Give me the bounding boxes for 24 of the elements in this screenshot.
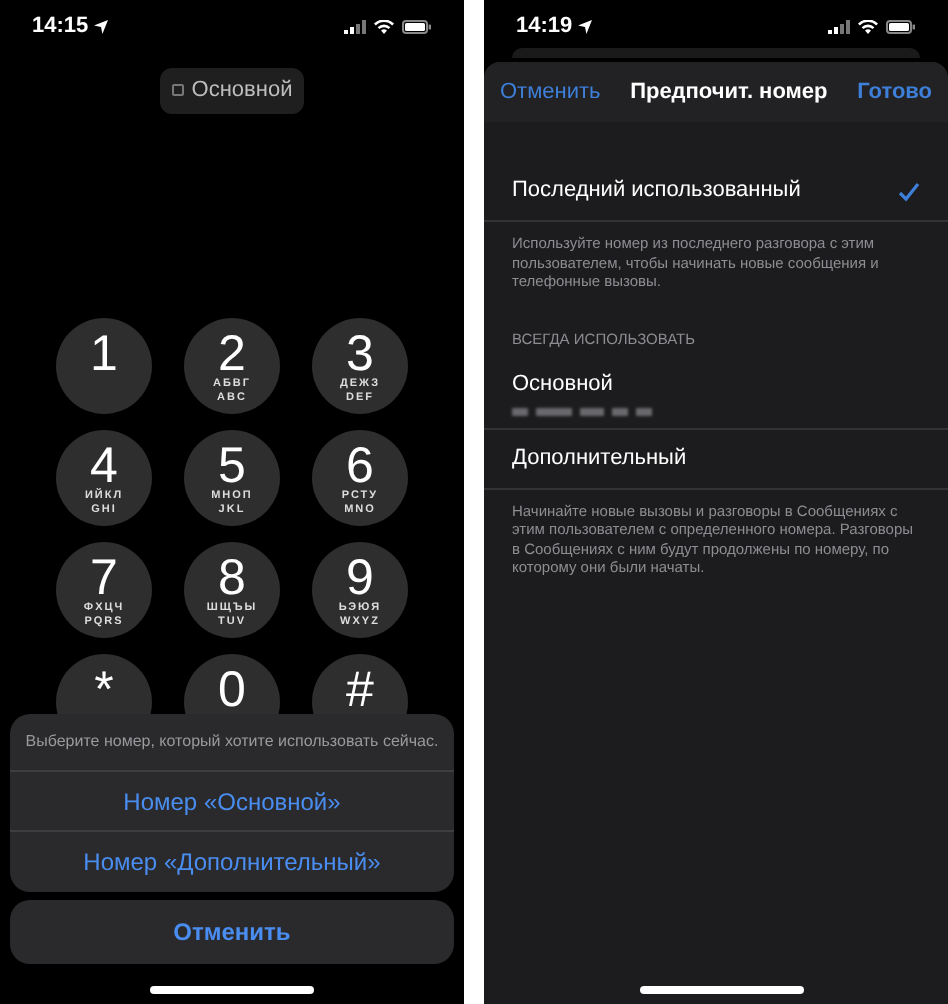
dial-key[interactable]: 1 — [56, 317, 152, 413]
location-icon — [94, 19, 109, 33]
cancel-button[interactable]: Отменить — [10, 900, 454, 964]
option-row[interactable]: Последний использованный — [484, 162, 948, 222]
option-row[interactable]: Основной — [484, 357, 948, 430]
sim-icon — [171, 84, 184, 97]
cancel-link[interactable]: Отменить — [500, 75, 601, 109]
battery-icon — [402, 19, 432, 33]
sheet-message: Выберите номер, который хотите использовать сейчас. — [10, 714, 454, 772]
sheet-option[interactable]: Номер «Основной» — [10, 772, 454, 832]
status-time: 14:19 — [516, 11, 573, 42]
battery-icon — [886, 19, 916, 33]
sheet-option[interactable]: Номер «Дополнительный» — [10, 832, 454, 892]
line-selector[interactable]: Основной — [159, 68, 305, 113]
nav-title: Предпочит. номер — [630, 77, 828, 108]
checkmark-icon — [898, 181, 920, 201]
status-time: 14:15 — [32, 11, 89, 42]
signal-icon — [344, 19, 366, 33]
wifi-icon — [858, 19, 878, 33]
wifi-icon — [374, 19, 394, 33]
location-icon — [578, 19, 593, 33]
done-link[interactable]: Готово — [857, 75, 932, 109]
option-row[interactable]: Дополнительный — [484, 429, 948, 490]
signal-icon — [828, 19, 850, 33]
